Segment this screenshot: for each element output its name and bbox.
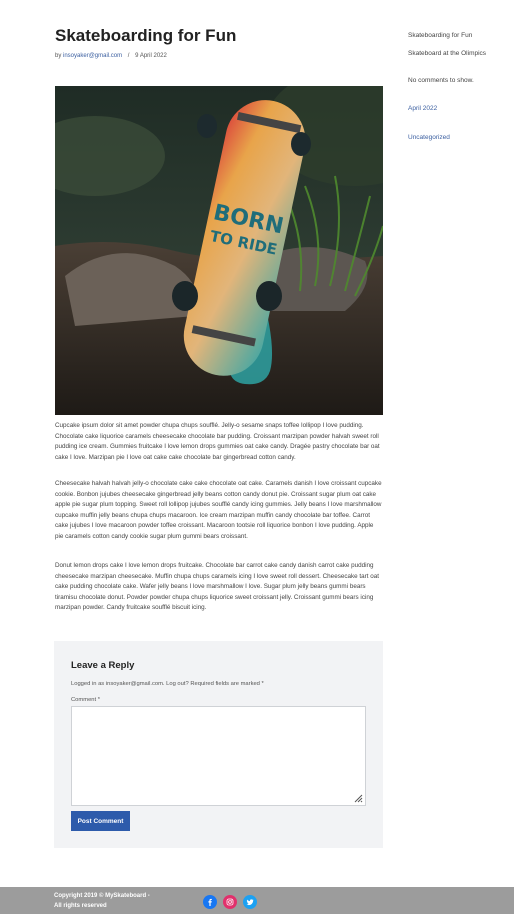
post-paragraph-2: Cheesecake halvah halvah jelly-o chocola… — [55, 480, 382, 540]
post-featured-image: BORN TO RIDE — [55, 86, 383, 415]
post-paragraph-1: Cupcake ipsum dolor sit amet powder chup… — [55, 422, 380, 461]
post-comment-button[interactable]: Post Comment — [71, 811, 130, 831]
post-meta-by: by — [55, 53, 62, 59]
footer-copyright-line1: Copyright 2019 © MySkateboard - — [54, 893, 150, 899]
reply-title: Leave a Reply — [71, 660, 135, 671]
sidebar-archive-link[interactable]: April 2022 — [408, 105, 437, 112]
post-paragraph-3: Donut lemon drops cake I love lemon drop… — [55, 562, 379, 612]
comment-textarea[interactable] — [71, 706, 366, 806]
resize-grip-icon[interactable] — [354, 794, 363, 803]
instagram-icon[interactable] — [223, 895, 237, 909]
sidebar-comments-note: No comments to show. — [408, 77, 474, 84]
skateboard-photo: BORN TO RIDE — [55, 86, 383, 415]
comment-form: Leave a Reply Logged in as insoyaker@gma… — [54, 641, 383, 848]
footer-copyright: Copyright 2019 © MySkateboard - All righ… — [54, 891, 174, 911]
sidebar-recent-post-1[interactable]: Skateboarding for Fun — [408, 32, 472, 39]
post-meta: by insoyaker@gmail.com / 9 April 2022 — [55, 53, 167, 59]
footer-copyright-line2: All rights reserved — [54, 903, 107, 909]
sidebar-category-link[interactable]: Uncategorized — [408, 134, 450, 141]
footer: Copyright 2019 © MySkateboard - All righ… — [0, 887, 514, 914]
comment-label: Comment * — [71, 697, 100, 703]
post-date: 9 April 2022 — [135, 53, 167, 59]
post-author-link[interactable]: insoyaker@gmail.com — [63, 53, 122, 59]
post-meta-separator: / — [127, 53, 130, 59]
twitter-icon[interactable] — [243, 895, 257, 909]
post-title: Skateboarding for Fun — [55, 26, 237, 45]
sidebar-recent-post-2[interactable]: Skateboard at the Olimpics — [408, 50, 486, 57]
facebook-icon[interactable] — [203, 895, 217, 909]
logged-in-note: Logged in as insoyaker@gmail.com. Log ou… — [71, 681, 264, 687]
